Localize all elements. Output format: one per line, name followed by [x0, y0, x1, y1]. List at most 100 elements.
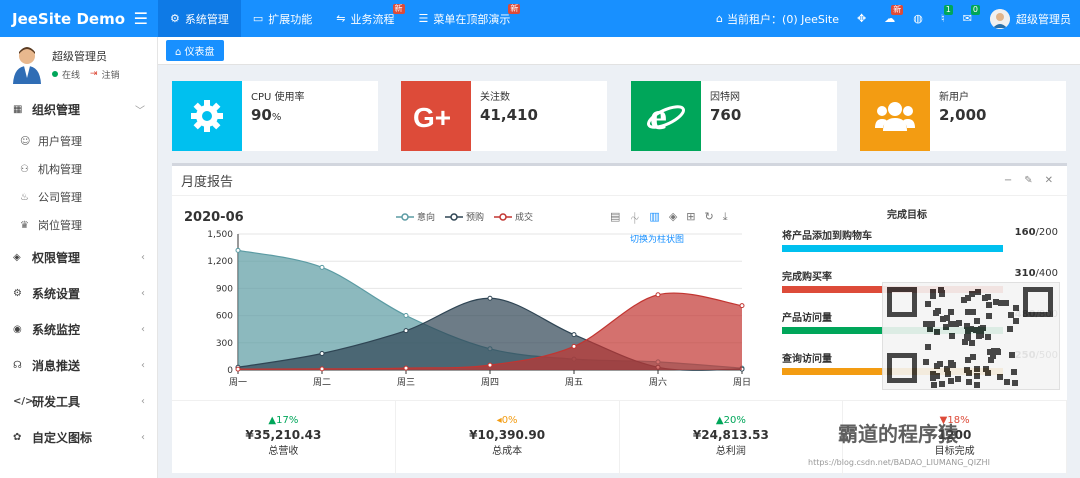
svg-text:G+: G+: [413, 102, 451, 131]
chevron-icon: ‹: [141, 431, 145, 443]
bar-chart-icon[interactable]: ▥: [649, 210, 659, 226]
stat-number: 41,410: [480, 106, 538, 124]
legend-item-1[interactable]: 预购: [445, 210, 484, 223]
notice-button[interactable]: ♮ 1: [932, 0, 954, 37]
line-chart-icon[interactable]: ⏆: [629, 210, 640, 226]
language-button[interactable]: ◍: [904, 0, 932, 37]
x-tick-label: 周二: [313, 377, 331, 388]
qr-module: [973, 327, 979, 333]
topnav-item-0[interactable]: ⚙ 系统管理: [158, 0, 241, 37]
new-badge: 新: [891, 5, 904, 15]
topnav-item-2[interactable]: ⇋ 业务流程新: [324, 0, 406, 37]
summary-stat-0: ▲17% ¥35,210.43 总营收: [172, 401, 396, 476]
tab-bar: ⌂ 仪表盘: [158, 37, 1080, 65]
sidebar-item-label: 组织管理: [32, 102, 81, 117]
y-tick-label: 600: [216, 312, 233, 322]
brand-title[interactable]: JeeSite Demo: [12, 10, 125, 28]
data-point: [403, 313, 409, 319]
data-point: [571, 332, 577, 338]
user-panel: 超级管理员 在线 ⇥ 注销: [0, 37, 157, 91]
qr-module: [997, 374, 1003, 380]
message-count-badge: 0: [970, 5, 980, 15]
qr-module: [991, 348, 997, 354]
collapse-button[interactable]: −: [1004, 175, 1012, 186]
logout-link[interactable]: 注销: [102, 68, 120, 81]
main-content: ⌂ 仪表盘 CPU 使用率 90% G+ 关注数 41,410 e 因特网 760 新用户 2,0…: [158, 37, 1080, 478]
stat-change: ◂0%: [496, 415, 518, 426]
qr-module: [938, 287, 944, 293]
logout-icon[interactable]: ⇥: [90, 69, 98, 79]
camera-icon: ◉: [13, 323, 22, 335]
qr-module: [948, 378, 954, 384]
new-badge: 新: [392, 4, 405, 14]
code-icon: </>: [13, 395, 34, 407]
tiled-icon[interactable]: ⊞: [686, 210, 695, 226]
data-point: [235, 366, 241, 372]
message-button[interactable]: ✉ 0: [954, 0, 981, 37]
sidebar-item-4[interactable]: ♛ 岗位管理: [0, 211, 157, 239]
wrench-icon[interactable]: ✎: [1024, 175, 1032, 186]
data-point: [487, 362, 493, 368]
sidebar-item-9[interactable]: </> 研发工具 ‹: [0, 383, 157, 419]
progress-track: [782, 245, 1003, 252]
qr-module: [925, 344, 931, 350]
y-tick-label: 1,500: [207, 230, 233, 240]
sidebar-item-7[interactable]: ◉ 系统监控 ‹: [0, 311, 157, 347]
stat-card-2: e 因特网 760: [631, 81, 837, 151]
stat-label: 因特网: [710, 92, 740, 103]
sidebar-item-0[interactable]: ▦ 组织管理 ﹀: [0, 91, 157, 127]
brand[interactable]: JeeSite Demo ☰: [0, 9, 158, 28]
user-menu[interactable]: 超级管理员: [981, 0, 1080, 37]
hamburger-icon[interactable]: ☰: [134, 9, 148, 28]
cubes-icon: ◈: [13, 251, 21, 263]
qr-module: [1007, 326, 1013, 332]
stat-number: 2,000: [939, 106, 987, 124]
qr-module: [998, 300, 1004, 306]
x-tick-label: 周六: [649, 376, 667, 388]
goal-label: 产品访问量: [782, 313, 832, 324]
close-button[interactable]: ✕: [1045, 175, 1053, 186]
qr-module: [970, 354, 976, 360]
sidebar-item-6[interactable]: ⚙ 系统设置 ‹: [0, 275, 157, 311]
sidebar-item-2[interactable]: ⚇ 机构管理: [0, 155, 157, 183]
topnav-item-1[interactable]: ▭ 扩展功能: [241, 0, 324, 37]
qr-module: [985, 334, 991, 340]
tenant-switch[interactable]: ⌂ 当前租户：(0) JeeSite: [707, 0, 848, 37]
qr-module: [986, 302, 992, 308]
sidebar-item-3[interactable]: ♨ 公司管理: [0, 183, 157, 211]
sidebar-item-5[interactable]: ◈ 权限管理 ‹: [0, 239, 157, 275]
y-tick-label: 300: [216, 339, 233, 349]
topnav-item-3[interactable]: ☰ 菜单在顶部演示新: [407, 0, 523, 37]
tab-dashboard[interactable]: ⌂ 仪表盘: [166, 40, 224, 61]
theme-button[interactable]: ☁ 新: [875, 0, 904, 37]
legend-label: 预购: [466, 213, 485, 223]
sidebar-item-10[interactable]: ✿ 自定义图标 ‹: [0, 419, 157, 455]
qr-module: [975, 289, 981, 295]
goal-value: 310: [1014, 268, 1036, 279]
chevron-icon: ‹: [141, 251, 145, 263]
qr-module: [966, 370, 972, 376]
download-icon[interactable]: ⤓: [723, 210, 728, 226]
gear-icon: ⚙: [13, 287, 22, 299]
stat-caption: 总营收: [268, 446, 299, 457]
stat-caption: 总成本: [492, 446, 523, 457]
goal-total: /200: [1035, 227, 1058, 238]
legend-item-2[interactable]: 成交: [494, 210, 533, 223]
chevron-icon: ‹: [141, 395, 145, 407]
stat-amount: ¥35,210.43: [245, 428, 322, 442]
data-view-icon[interactable]: ▤: [610, 210, 620, 226]
sidebar-item-1[interactable]: ☺ 用户管理: [0, 127, 157, 155]
qr-module: [969, 291, 975, 297]
sidebar-item-8[interactable]: ☊ 消息推送 ‹: [0, 347, 157, 383]
qr-module: [986, 313, 992, 319]
stack-icon[interactable]: ◈: [669, 210, 677, 226]
x-tick-label: 周五: [565, 377, 583, 388]
qr-module: [1009, 352, 1015, 358]
fullscreen-button[interactable]: ✥: [848, 0, 875, 37]
legend-label: 成交: [515, 213, 534, 223]
legend-item-0[interactable]: 意向: [396, 210, 435, 223]
chevron-icon: ﹀: [135, 105, 145, 117]
qr-module: [1011, 369, 1017, 375]
sidebar-item-label: 权限管理: [32, 250, 81, 265]
restore-icon[interactable]: ↻: [705, 210, 714, 226]
